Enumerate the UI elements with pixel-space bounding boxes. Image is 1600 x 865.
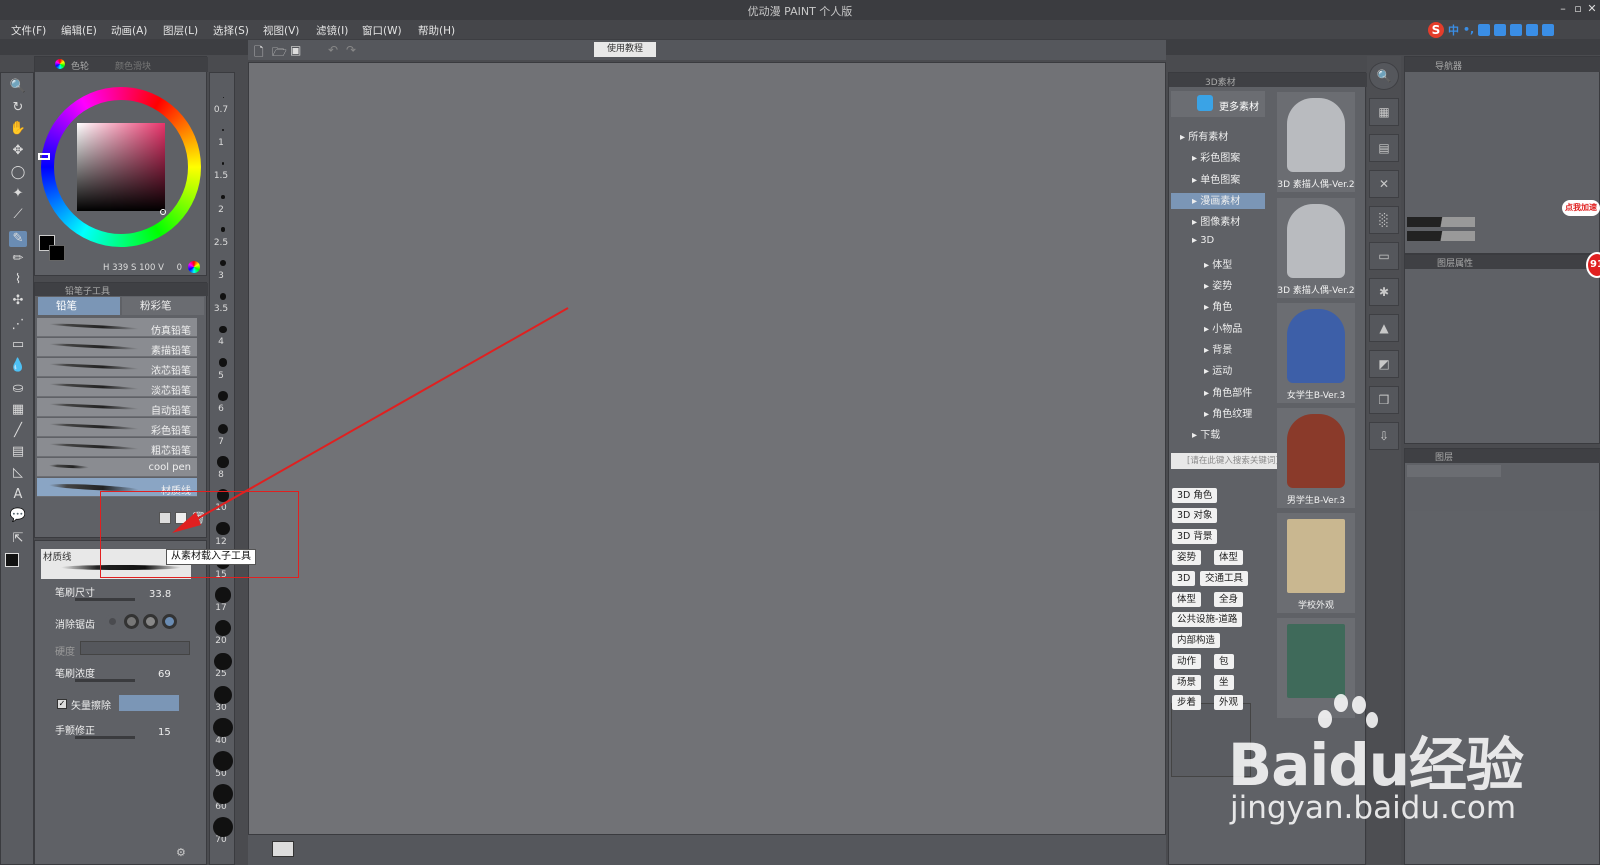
annotation-arrow-line bbox=[187, 307, 569, 525]
annotation-arrow-head bbox=[172, 512, 201, 533]
baidu-watermark-url: jingyan.baidu.com bbox=[1230, 790, 1517, 826]
baidu-paw-icon bbox=[1318, 694, 1378, 750]
